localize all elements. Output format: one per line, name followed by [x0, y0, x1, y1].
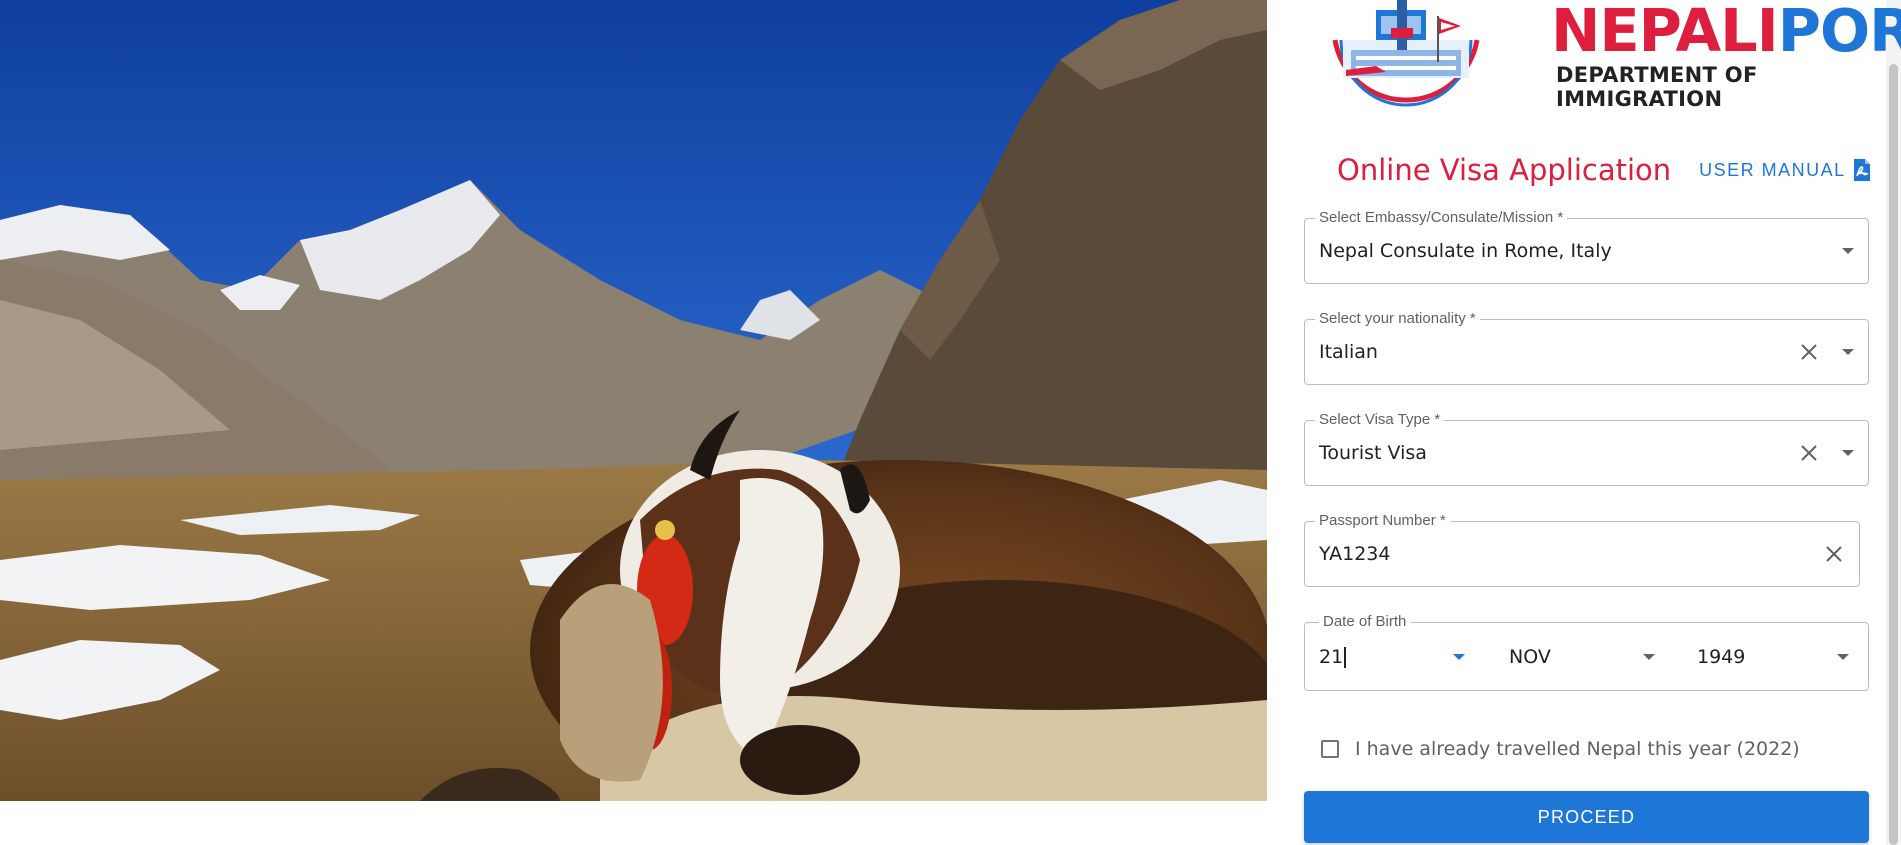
dob-month-value: NOV: [1509, 645, 1551, 668]
embassy-label: Select Embassy/Consulate/Mission *: [1315, 209, 1568, 226]
visa-type-clear-button[interactable]: [1800, 444, 1818, 462]
chevron-down-icon: [1842, 248, 1854, 254]
brand-name: NEPALIPORT: [1551, 0, 1901, 65]
department-name: DEPARTMENT OF IMMIGRATION: [1556, 63, 1758, 111]
passport-number-input[interactable]: Passport Number * YA1234: [1304, 512, 1860, 587]
embassy-select[interactable]: Select Embassy/Consulate/Mission * Nepal…: [1304, 209, 1869, 284]
travelled-this-year-checkbox[interactable]: [1321, 740, 1339, 758]
passport-clear-button[interactable]: [1825, 545, 1843, 563]
embassy-dropdown-button[interactable]: [1842, 248, 1854, 254]
passport-number-value: YA1234: [1319, 543, 1391, 565]
date-of-birth-group: Date of Birth 21 NOV 1949: [1304, 613, 1869, 691]
page-scrollbar[interactable]: [1886, 0, 1901, 845]
text-cursor: [1344, 646, 1346, 668]
chevron-down-icon: [1837, 653, 1849, 660]
dob-day-select[interactable]: 21: [1305, 623, 1485, 690]
hero-image: [0, 0, 1267, 801]
dob-month-select[interactable]: NOV: [1495, 623, 1675, 690]
visa-type-label: Select Visa Type *: [1315, 411, 1445, 428]
dob-month-dropdown-button[interactable]: [1643, 653, 1655, 660]
passport-number-label: Passport Number *: [1315, 512, 1450, 529]
title-row: Online Visa Application USER MANUAL: [1337, 150, 1872, 190]
clear-icon: [1826, 546, 1842, 562]
visa-type-dropdown-button[interactable]: [1842, 450, 1854, 456]
brand-name-part1: NEPALI: [1551, 0, 1779, 65]
nationality-label: Select your nationality *: [1315, 310, 1480, 327]
nationality-clear-button[interactable]: [1800, 343, 1818, 361]
dob-day-dropdown-button[interactable]: [1453, 653, 1465, 660]
visa-type-value: Tourist Visa: [1319, 442, 1427, 464]
nationality-dropdown-button[interactable]: [1842, 349, 1854, 355]
scrollbar-thumb[interactable]: [1889, 64, 1898, 845]
visa-type-select[interactable]: Select Visa Type * Tourist Visa: [1304, 411, 1869, 486]
application-panel: NEPALIPORT DEPARTMENT OF IMMIGRATION Onl…: [1267, 0, 1901, 845]
nationality-value: Italian: [1319, 341, 1378, 363]
clear-icon: [1801, 344, 1817, 360]
chevron-down-icon: [1453, 653, 1465, 660]
chevron-down-icon: [1842, 450, 1854, 456]
user-manual-label: USER MANUAL: [1699, 159, 1846, 180]
travelled-this-year-option[interactable]: I have already travelled Nepal this year…: [1321, 738, 1800, 760]
clear-icon: [1801, 445, 1817, 461]
user-manual-link[interactable]: USER MANUAL: [1699, 158, 1872, 182]
nepaliport-logo: NEPALIPORT DEPARTMENT OF IMMIGRATION: [1331, 0, 1901, 124]
proceed-button[interactable]: PROCEED: [1304, 791, 1869, 843]
pdf-icon: [1853, 159, 1870, 181]
chevron-down-icon: [1842, 349, 1854, 355]
travelled-this-year-label: I have already travelled Nepal this year…: [1355, 738, 1800, 760]
dob-year-dropdown-button[interactable]: [1837, 653, 1849, 660]
dob-day-text: 21: [1319, 645, 1344, 668]
embassy-value: Nepal Consulate in Rome, Italy: [1319, 240, 1612, 262]
chevron-down-icon: [1643, 653, 1655, 660]
nationality-select[interactable]: Select your nationality * Italian: [1304, 310, 1869, 385]
dob-year-value: 1949: [1697, 645, 1746, 668]
brand-name-part2: PORT: [1777, 0, 1901, 65]
airport-logo-icon: [1332, 0, 1480, 107]
dob-year-select[interactable]: 1949: [1683, 623, 1869, 690]
page-title: Online Visa Application: [1337, 153, 1672, 187]
dob-day-value: 21: [1319, 646, 1346, 668]
